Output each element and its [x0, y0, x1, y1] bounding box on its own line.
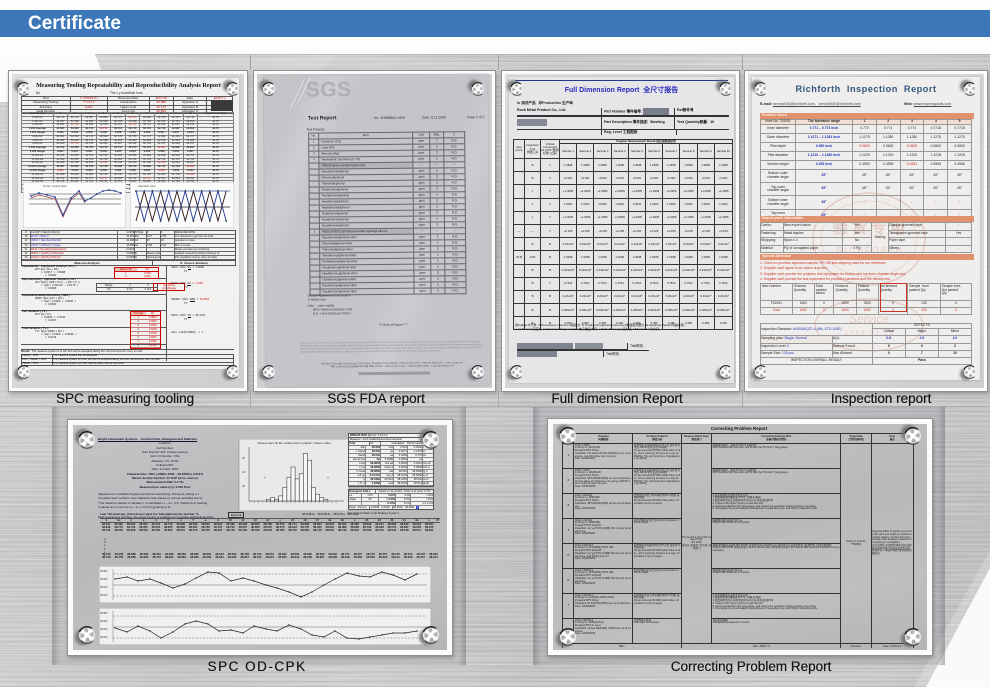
svg-text:+: +: [327, 476, 329, 480]
svg-text:R and r control chart: R and r control chart: [43, 184, 67, 188]
svg-text:38.680: 38.680: [100, 570, 108, 573]
svg-text:38.660: 38.660: [100, 620, 108, 623]
svg-text:38.620: 38.620: [100, 636, 108, 639]
svg-text:38.640: 38.640: [100, 586, 108, 589]
svg-text:38.660: 38.660: [100, 578, 108, 581]
svg-text:Appraiser chart: Appraiser chart: [138, 184, 156, 188]
svg-text:Various bars hit the outline b: Various bars hit the outline bars in pla…: [257, 441, 330, 445]
svg-text:38.680: 38.680: [100, 612, 108, 615]
svg-text:38.620: 38.620: [100, 594, 108, 597]
svg-text:38.640: 38.640: [100, 628, 108, 631]
svg-text:+: +: [264, 476, 266, 480]
